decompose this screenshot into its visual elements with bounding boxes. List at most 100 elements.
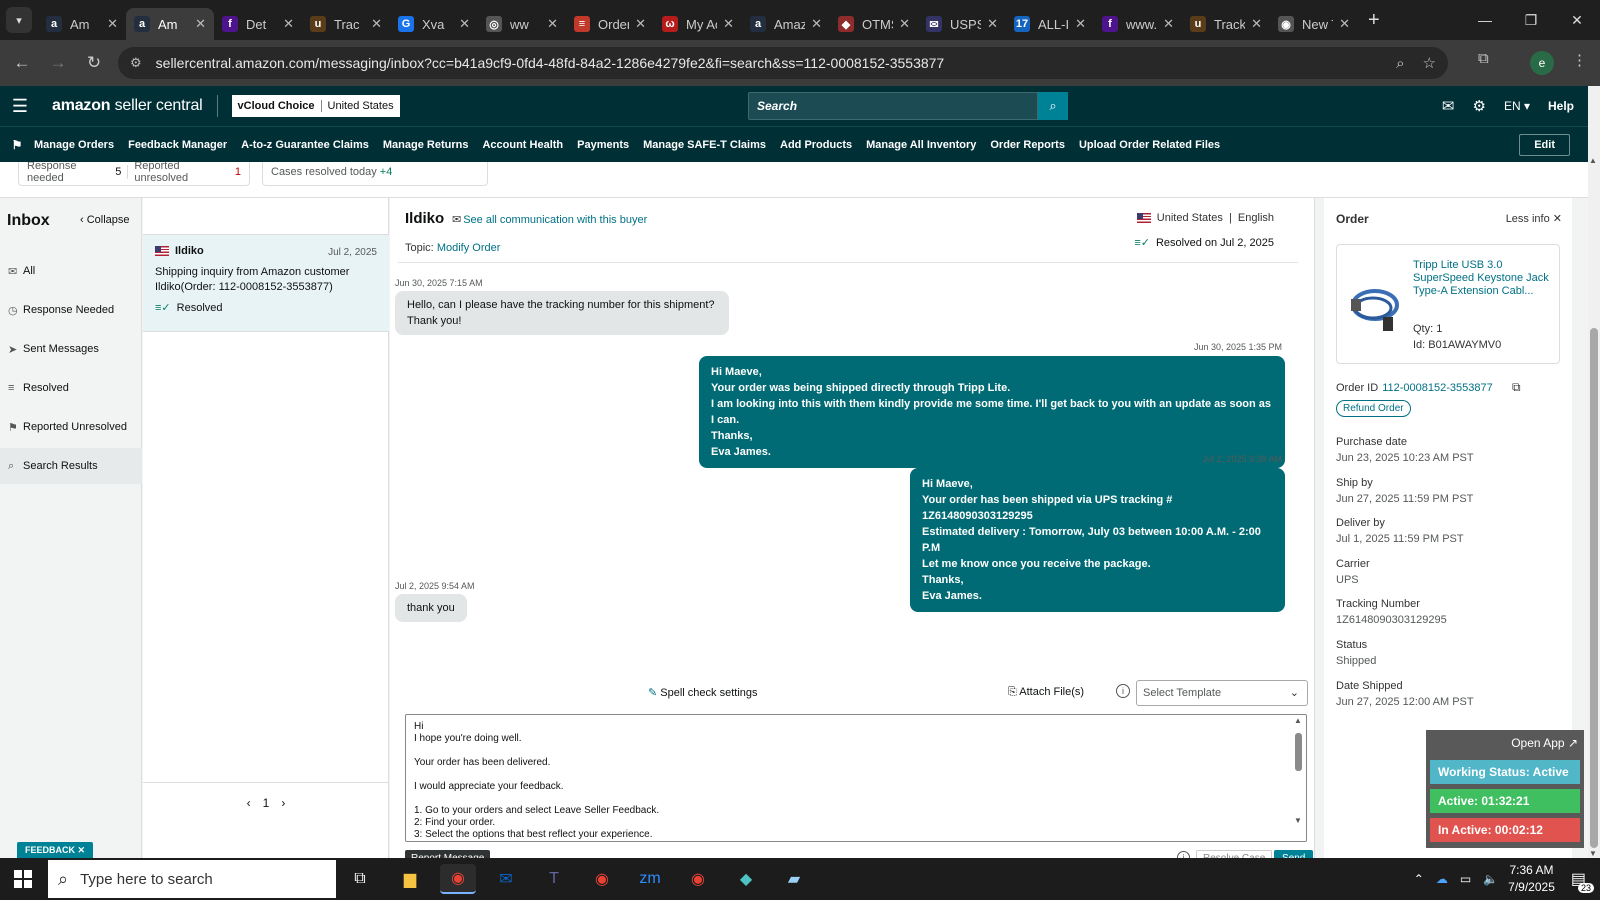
composer-scrollbar[interactable]: ▲ ▼ <box>1292 716 1304 839</box>
close-tab-icon[interactable]: ✕ <box>987 16 998 32</box>
refund-order-button[interactable]: Refund Order <box>1336 400 1411 417</box>
header-search-input[interactable]: Search <box>748 92 1038 120</box>
forward-icon[interactable]: → <box>42 47 74 79</box>
windows-start-icon[interactable] <box>14 870 32 888</box>
notes-app-icon[interactable]: ▰ <box>776 864 812 894</box>
info-icon[interactable]: i <box>1116 684 1130 698</box>
nav-link[interactable]: Add Products <box>780 139 852 151</box>
help-link[interactable]: Help <box>1548 99 1574 113</box>
topic-link[interactable]: Modify Order <box>437 242 501 254</box>
nav-link[interactable]: Payments <box>577 139 629 151</box>
close-tab-icon[interactable]: ✕ <box>1163 16 1174 32</box>
feedback-tab[interactable]: FEEDBACK ✕ <box>17 842 94 859</box>
less-info-button[interactable]: Less info ✕ <box>1506 212 1562 225</box>
folder-item[interactable]: ◷ Response Needed <box>0 292 142 328</box>
browser-tab[interactable]: a Am ✕ <box>126 8 214 40</box>
product-image[interactable] <box>1345 275 1407 337</box>
folder-item[interactable]: ➤ Sent Messages <box>0 331 142 367</box>
file-explorer-icon[interactable]: ▆ <box>392 864 428 894</box>
volume-icon[interactable]: 🔈 <box>1483 872 1498 886</box>
edit-nav-button[interactable]: Edit <box>1519 134 1570 156</box>
nav-link[interactable]: Upload Order Related Files <box>1079 139 1220 151</box>
stat-card-response[interactable]: Response needed 5 Reported unresolved 1 <box>18 162 250 186</box>
send-button[interactable]: Send <box>1274 850 1314 858</box>
nav-link[interactable]: Account Health <box>482 139 563 151</box>
language-selector[interactable]: EN ▾ <box>1504 99 1530 113</box>
close-tab-icon[interactable]: ✕ <box>283 16 294 32</box>
restore-icon[interactable]: ❐ <box>1508 0 1554 40</box>
browser-tab[interactable]: G Xva ✕ <box>390 8 478 40</box>
new-tab-button[interactable]: + <box>1368 9 1380 32</box>
tray-chevron-icon[interactable]: ⌃ <box>1414 872 1424 886</box>
taskbar-search-input[interactable]: ⌕ Type here to search <box>48 860 336 898</box>
see-all-communication-link[interactable]: ✉ See all communication with this buyer <box>452 213 647 226</box>
folder-item[interactable]: ⌕ Search Results <box>0 448 142 484</box>
browser-tab[interactable]: ◆ OTMS ✕ <box>830 8 918 40</box>
close-window-icon[interactable]: ✕ <box>1554 0 1600 40</box>
close-tab-icon[interactable]: ✕ <box>459 16 470 32</box>
info-icon[interactable]: i <box>1177 851 1190 858</box>
conversation-item[interactable]: Ildiko Jul 2, 2025 Shipping inquiry from… <box>143 234 389 332</box>
select-template-dropdown[interactable]: Select Template ⌄ <box>1136 680 1308 706</box>
browser-tab[interactable]: f www.fe ✕ <box>1094 8 1182 40</box>
browser-tab[interactable]: a Am ✕ <box>38 8 126 40</box>
header-search-button[interactable]: ⌕ <box>1038 92 1068 120</box>
browser-tab[interactable]: 17 ALL-IN- ✕ <box>1006 8 1094 40</box>
close-tab-icon[interactable]: ✕ <box>1251 16 1262 32</box>
product-title-link[interactable]: Tripp Lite USB 3.0 SuperSpeed Keystone J… <box>1413 259 1553 298</box>
attach-files-button[interactable]: ⎘ Attach File(s) <box>1008 686 1084 699</box>
spell-check-settings-link[interactable]: ✎ Spell check settings <box>648 686 758 699</box>
copy-icon[interactable]: ⧉ <box>1512 380 1521 395</box>
nav-link[interactable]: Manage Returns <box>383 139 469 151</box>
close-tab-icon[interactable]: ✕ <box>547 16 558 32</box>
browser-tab[interactable]: ◉ New Tal ✕ <box>1270 8 1358 40</box>
close-tab-icon[interactable]: ✕ <box>1075 16 1086 32</box>
resolve-case-button[interactable]: Resolve Case <box>1196 850 1273 858</box>
next-page-icon[interactable]: › <box>281 796 285 810</box>
url-input[interactable]: ⚙ sellercentral.amazon.com/messaging/inb… <box>118 47 1448 79</box>
close-tab-icon[interactable]: ✕ <box>1339 16 1350 32</box>
teams-icon[interactable]: T <box>536 864 572 894</box>
folder-item[interactable]: ⚑ Reported Unresolved <box>0 409 142 445</box>
nav-link[interactable]: Manage Orders <box>34 139 114 151</box>
nav-link[interactable]: Manage All Inventory <box>866 139 976 151</box>
close-tab-icon[interactable]: ✕ <box>811 16 822 32</box>
browser-tab[interactable]: ✉ USPS.cc ✕ <box>918 8 1006 40</box>
nav-link[interactable]: Order Reports <box>990 139 1065 151</box>
nav-link[interactable]: Feedback Manager <box>128 139 227 151</box>
task-view-icon[interactable]: ⧉ <box>342 864 378 894</box>
browser-tab[interactable]: f Det ✕ <box>214 8 302 40</box>
report-message-button[interactable]: Report Message <box>405 850 491 858</box>
open-app-button[interactable]: Open App ↗ <box>1511 736 1578 750</box>
zoom-app-icon[interactable]: zm <box>632 864 668 894</box>
profile-avatar[interactable]: e <box>1530 51 1554 75</box>
browser-menu-icon[interactable]: ⋮ <box>1572 51 1587 69</box>
chrome-icon[interactable]: ◉ <box>440 864 476 894</box>
site-info-icon[interactable]: ⚙ <box>130 55 142 71</box>
tab-search-button[interactable]: ▾ <box>6 7 32 33</box>
messages-icon[interactable]: ✉ <box>1442 97 1455 115</box>
close-tab-icon[interactable]: ✕ <box>635 16 646 32</box>
nav-link[interactable]: Manage SAFE-T Claims <box>643 139 766 151</box>
chrome-alt-icon[interactable]: ◉ <box>680 864 716 894</box>
app-diamond-icon[interactable]: ◆ <box>728 864 764 894</box>
clock[interactable]: 7:36 AM 7/9/2025 <box>1508 862 1555 896</box>
chrome-profile-icon[interactable]: ◉ <box>584 864 620 894</box>
page-scrollbar[interactable]: ▲ ▼ <box>1588 86 1600 858</box>
network-icon[interactable]: ▭ <box>1460 872 1471 886</box>
back-icon[interactable]: ← <box>6 47 38 79</box>
folder-item[interactable]: ≡ Resolved <box>0 370 142 406</box>
extensions-icon[interactable]: ⧉ <box>1478 50 1489 67</box>
close-tab-icon[interactable]: ✕ <box>899 16 910 32</box>
onedrive-icon[interactable]: ☁ <box>1436 872 1448 886</box>
outlook-icon[interactable]: ✉ <box>488 864 524 894</box>
reload-icon[interactable]: ↻ <box>78 47 110 79</box>
notifications-icon[interactable]: ▤ 23 <box>1571 869 1594 893</box>
browser-tab[interactable]: u Tracking ✕ <box>1182 8 1270 40</box>
minimize-icon[interactable]: — <box>1462 0 1508 40</box>
browser-tab[interactable]: ≡ Orders ✕ <box>566 8 654 40</box>
folder-item[interactable]: ✉ All <box>0 253 142 289</box>
close-tab-icon[interactable]: ✕ <box>723 16 734 32</box>
stat-card-cases-resolved[interactable]: Cases resolved today +4 <box>262 162 488 186</box>
nav-link[interactable]: A-to-z Guarantee Claims <box>241 139 369 151</box>
